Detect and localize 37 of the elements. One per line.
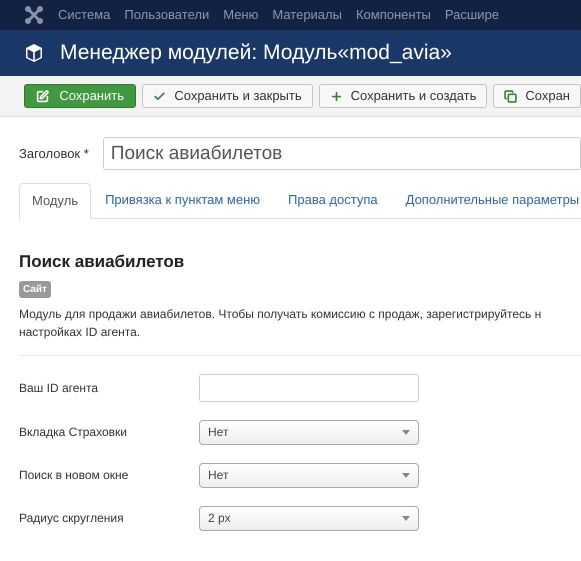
menu-link[interactable]: Меню xyxy=(223,5,258,25)
field-label: Вкладка Страховки xyxy=(19,424,128,441)
tab[interactable]: Модуль xyxy=(19,183,92,219)
caret-icon xyxy=(402,472,410,478)
edit-icon xyxy=(36,90,50,102)
page-title: Менеджер модулей: Модуль«mod_avia» xyxy=(60,40,452,66)
menu-link[interactable]: Расшире xyxy=(444,5,499,25)
select-dropdown[interactable]: Нет xyxy=(199,420,419,444)
field-label: Поиск в новом окне xyxy=(19,467,130,484)
tab[interactable]: Права доступа xyxy=(274,182,392,218)
tab[interactable]: Дополнительные параметры xyxy=(392,182,581,218)
menu-link[interactable]: Пользователи xyxy=(124,5,210,25)
field-label: Заголовок * xyxy=(19,144,89,163)
toolbar-button[interactable]: Сохран xyxy=(493,84,581,108)
menu-link[interactable]: Материалы xyxy=(272,5,342,25)
title-input[interactable]: Поиск авиабилетов xyxy=(102,137,581,170)
module-heading: Поиск авиабилетов xyxy=(19,251,186,273)
logo-icon[interactable] xyxy=(24,5,44,25)
toolbar-button[interactable]: Сохранить и создать xyxy=(318,84,488,108)
module-description: Модуль для продажи авиабилетов. Чтобы получать комиссию с продаж, зарегистрируйтесь н настройках ID агента. xyxy=(19,306,542,340)
menu-link[interactable]: Компоненты xyxy=(356,5,431,25)
copy-icon xyxy=(504,90,518,102)
tab[interactable]: Привязка к пунктам меню xyxy=(91,182,274,218)
save-button[interactable]: Сохранить xyxy=(24,84,136,108)
field-label: Радиус скругления xyxy=(19,510,125,527)
select-dropdown[interactable]: 2 px xyxy=(199,506,419,530)
plus-icon xyxy=(330,90,343,102)
field-label: Ваш ID агента xyxy=(19,380,100,396)
site-badge: Сайт xyxy=(19,280,51,298)
check-icon xyxy=(153,90,166,102)
menu-link[interactable]: Система xyxy=(58,5,110,25)
cube-icon xyxy=(24,43,44,63)
caret-icon xyxy=(402,430,410,434)
toolbar-button[interactable]: Сохранить и закрыть xyxy=(142,84,313,108)
caret-icon xyxy=(402,516,410,520)
text-input[interactable] xyxy=(199,374,419,402)
select-dropdown[interactable]: Нет xyxy=(199,462,419,488)
